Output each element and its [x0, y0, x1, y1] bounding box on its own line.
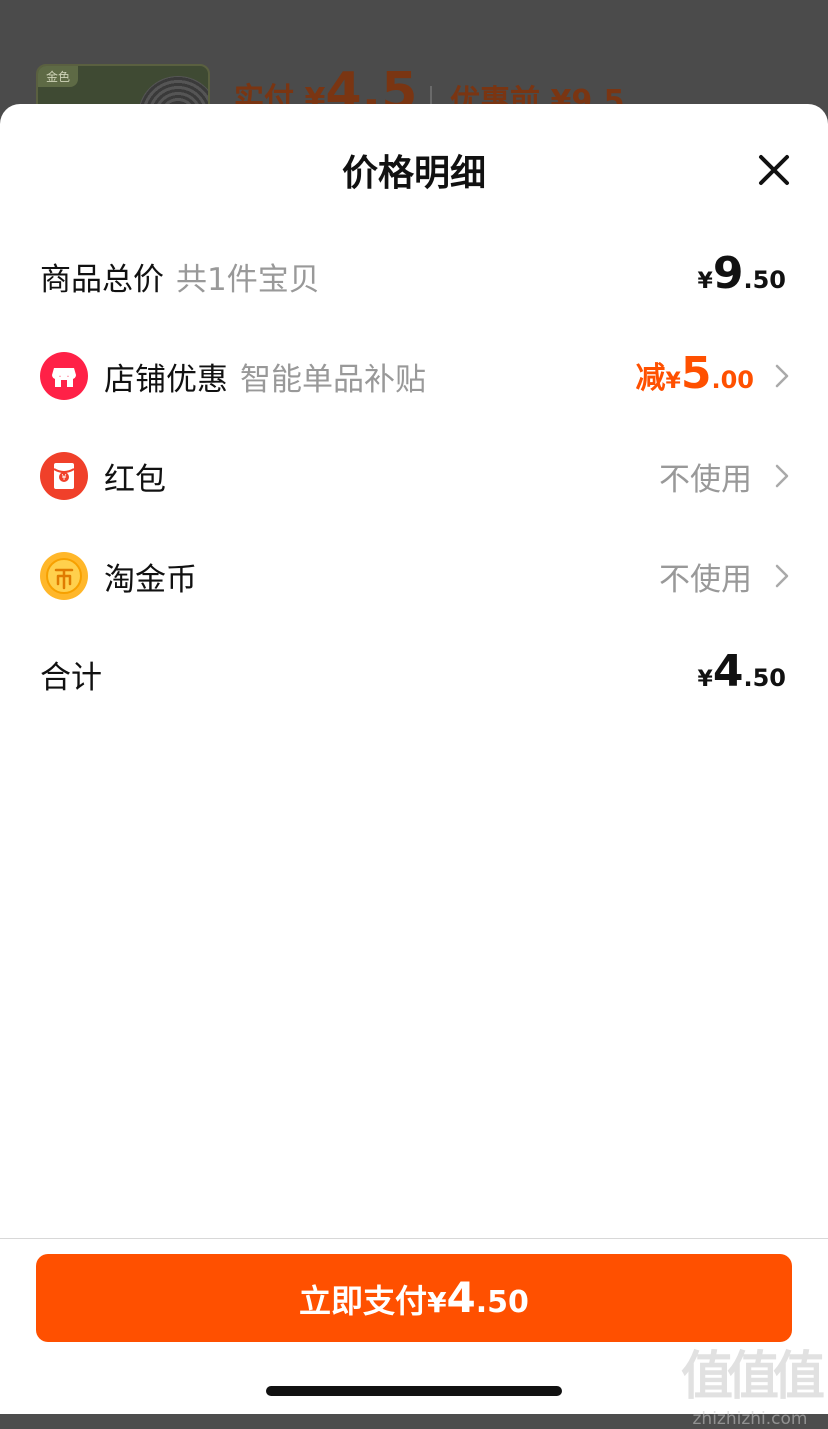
subtotal-int: 9 [712, 248, 744, 299]
pay-yen: ¥ [427, 1286, 447, 1319]
store-discount-sub: 智能单品补贴 [240, 362, 426, 398]
row-store-discount[interactable]: 店铺优惠 智能单品补贴 减¥5.00 [0, 344, 828, 404]
home-indicator [266, 1386, 562, 1396]
row-red-packet[interactable]: ¥ 红包 不使用 [0, 444, 828, 504]
subtotal-label-group: 商品总价 共1件宝贝 [40, 254, 320, 299]
footer-divider [0, 1238, 828, 1239]
row-taojin-coin[interactable]: 淘金币 不使用 [0, 544, 828, 604]
coin-icon [40, 552, 88, 600]
subtotal-price: ¥9.50 [698, 248, 786, 299]
thumbnail-color-tag: 金色 [38, 66, 79, 87]
sheet-title: 价格明细 [341, 153, 486, 194]
discount-yen: ¥ [665, 369, 681, 394]
chevron-right-icon [775, 564, 789, 588]
discount-int: 5 [680, 348, 712, 399]
pay-label: 立即支付 [299, 1282, 428, 1320]
subtotal-dec: .50 [743, 266, 786, 294]
red-packet-label: 红包 [104, 462, 166, 498]
subtotal-yen: ¥ [697, 269, 713, 294]
total-label: 合计 [40, 660, 102, 696]
store-icon [40, 352, 88, 400]
pay-dec: .50 [475, 1285, 529, 1320]
chevron-right-icon [775, 364, 789, 388]
subtotal-label: 商品总价 [40, 262, 164, 298]
taojin-coin-label: 淘金币 [104, 562, 197, 598]
svg-text:¥: ¥ [61, 473, 66, 482]
total-price: ¥4.50 [698, 646, 786, 697]
store-discount-label-group: 店铺优惠 智能单品补贴 [104, 354, 426, 399]
watermark: 值值值 zhizhizhi.com [680, 1334, 825, 1429]
watermark-site: zhizhizhi.com [692, 1409, 808, 1429]
row-total: 合计 ¥4.50 [0, 642, 828, 702]
red-packet-value: 不使用 [659, 462, 752, 498]
store-discount-amount: 减¥5.00 [636, 348, 754, 399]
price-detail-sheet: 价格明细 商品总价共1件宝贝 ¥9.50 店铺优惠智能单品补贴 减¥5.00 [0, 104, 828, 1429]
subtotal-count: 共1件宝贝 [176, 262, 320, 298]
store-discount-label: 店铺优惠 [104, 362, 228, 398]
close-icon [759, 155, 789, 185]
pay-now-button[interactable]: 立即支付¥4.50 [36, 1254, 792, 1342]
total-dec: .50 [743, 664, 786, 692]
discount-prefix: 减 [635, 361, 666, 396]
watermark-logo: 值值值 [680, 1347, 825, 1407]
close-button[interactable] [752, 148, 796, 192]
total-int: 4 [712, 646, 744, 697]
red-packet-icon: ¥ [40, 452, 88, 500]
discount-dec: .00 [711, 366, 754, 394]
row-subtotal: 商品总价 共1件宝贝 ¥9.50 [0, 244, 828, 304]
total-yen: ¥ [697, 667, 713, 692]
pay-int: 4 [446, 1273, 476, 1322]
taojin-coin-value: 不使用 [659, 562, 752, 598]
chevron-right-icon [775, 464, 789, 488]
